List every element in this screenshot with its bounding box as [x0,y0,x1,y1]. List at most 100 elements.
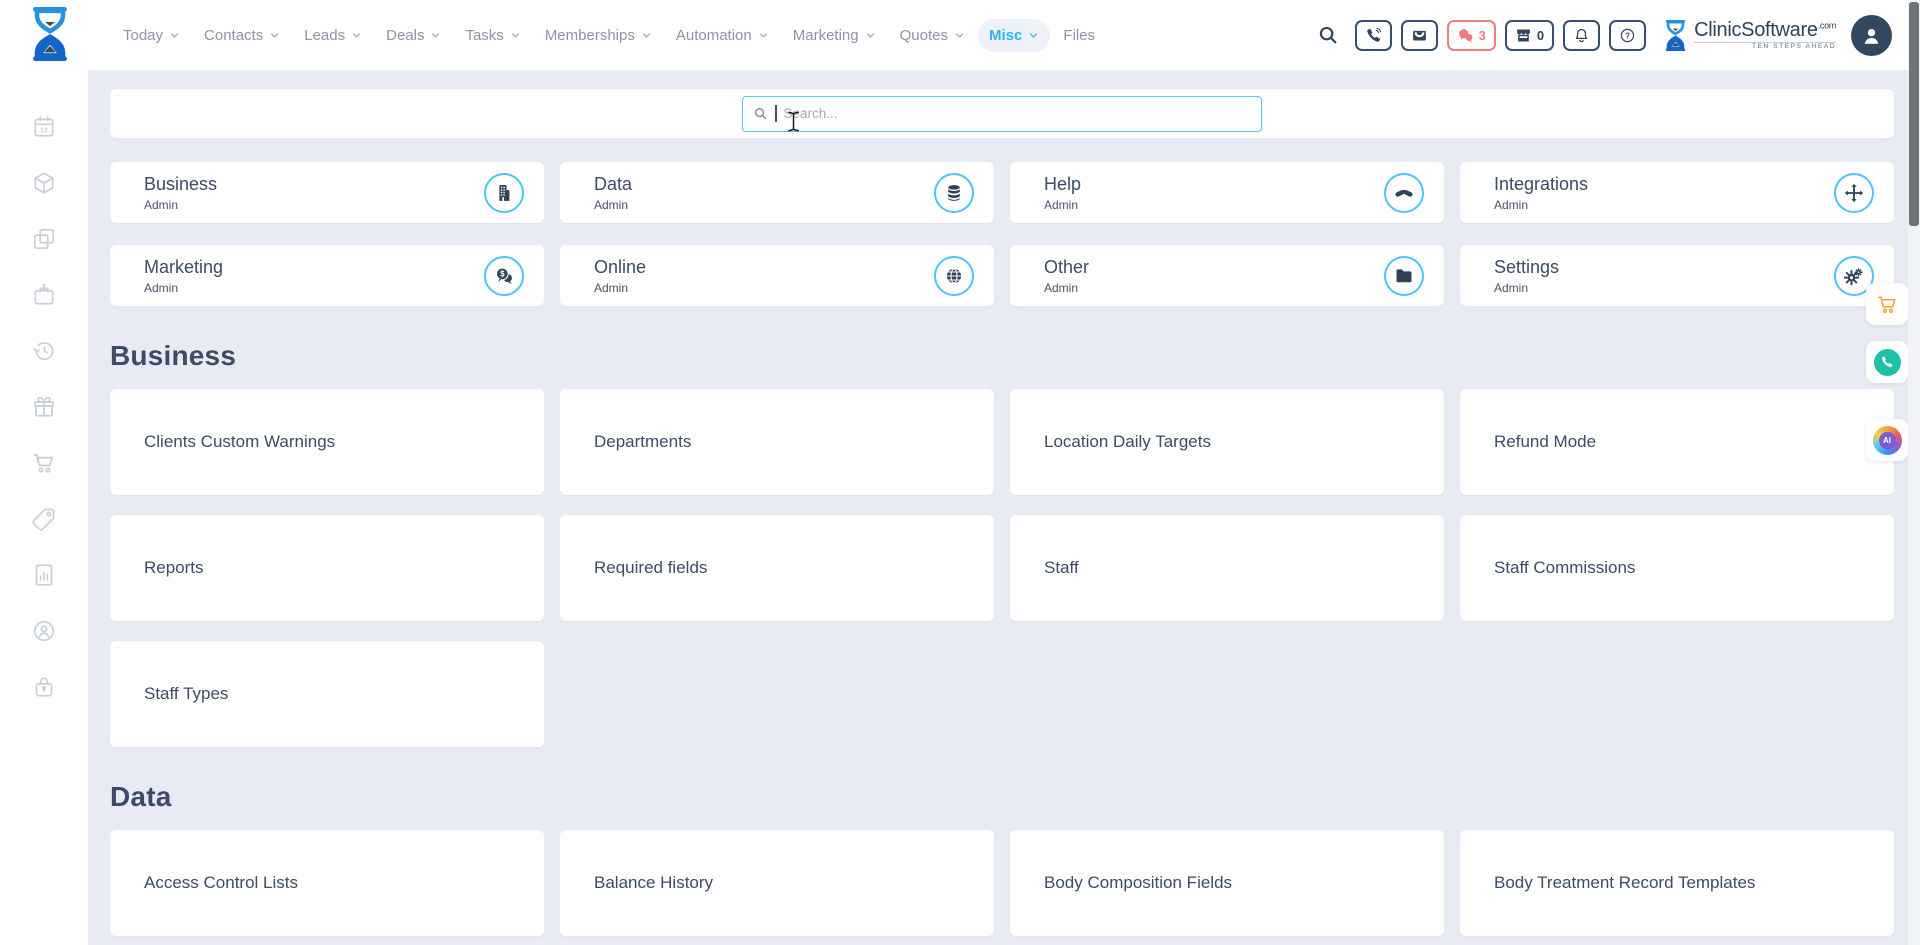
nav-item-label: Tasks [465,27,503,44]
store-button[interactable]: 0 [1505,20,1554,51]
nav-item-marketing[interactable]: Marketing [782,19,887,52]
item-card-refund-mode[interactable]: Refund Mode [1460,389,1894,495]
inbox-button[interactable] [1401,20,1438,51]
hourglass-logo-icon[interactable] [27,7,73,61]
floating-whatsapp-button[interactable] [1866,341,1908,383]
item-card-title: Access Control Lists [144,873,298,893]
brand-tld: .com [1818,20,1836,30]
sidebar-item-gift[interactable] [31,394,57,420]
nav-item-today[interactable]: Today [112,19,191,52]
category-card-other[interactable]: Other Admin [1010,245,1444,306]
sidebar-item-calendar[interactable] [31,114,57,140]
item-card-required-fields[interactable]: Required fields [560,515,994,621]
nav-item-contacts[interactable]: Contacts [193,19,291,52]
sidebar-item-package[interactable] [31,170,57,196]
category-subtitle: Admin [144,281,223,295]
item-card-body-composition-fields[interactable]: Body Composition Fields [1010,830,1444,936]
moneychat-icon [484,256,524,296]
nav-item-quotes[interactable]: Quotes [889,19,976,52]
chevron-down-icon [269,30,280,41]
item-card-location-daily-targets[interactable]: Location Daily Targets [1010,389,1444,495]
sidebar-item-lock[interactable] [31,674,57,700]
item-card-departments[interactable]: Departments [560,389,994,495]
help-button[interactable] [1609,20,1646,51]
nav-item-label: Today [123,27,163,44]
sidebar-item-copy[interactable] [31,226,57,252]
category-card-data[interactable]: Data Admin [560,162,994,223]
user-avatar[interactable] [1851,15,1892,56]
nav-item-label: Deals [386,27,424,44]
chevron-down-icon [758,30,769,41]
nav-item-deals[interactable]: Deals [375,19,452,52]
ai-label: AI [1879,432,1896,449]
search-placeholder: Search... [784,106,838,121]
category-card-marketing[interactable]: Marketing Admin [110,245,544,306]
nav-item-label: Files [1063,27,1095,44]
category-card-business[interactable]: Business Admin [110,162,544,223]
item-card-title: Balance History [594,873,713,893]
nav-item-memberships[interactable]: Memberships [534,19,663,52]
nav-item-files[interactable]: Files [1052,19,1106,52]
history-icon [31,338,57,364]
section: Business Clients Custom Warnings Departm… [110,340,1894,747]
category-subtitle: Admin [1494,198,1588,212]
clinicsoftware-logo[interactable]: ClinicSoftware.com TEN STEPS AHEAD [1663,20,1836,51]
scrollbar-thumb[interactable] [1909,2,1919,226]
support-person-icon [31,618,57,644]
category-subtitle: Admin [1044,198,1081,212]
item-card-title: Staff Types [144,684,228,704]
sidebar-item-price-tag[interactable] [31,506,57,532]
chat-button[interactable]: 3 [1447,20,1496,51]
search-toolbar: Search... [110,89,1894,138]
gift-icon [31,394,57,420]
copy-icon [31,226,57,252]
category-grid: Business Admin Data Admin Help Admin Int… [110,162,1894,306]
nav-item-misc[interactable]: Misc [978,19,1050,52]
nav-item-label: Contacts [204,27,263,44]
sidebar-item-cart[interactable] [31,450,57,476]
category-card-online[interactable]: Online Admin [560,245,994,306]
search-icon[interactable] [1317,24,1339,46]
item-card-staff[interactable]: Staff [1010,515,1444,621]
sidebar-item-report-chart[interactable] [31,562,57,588]
nav-item-leads[interactable]: Leads [293,19,373,52]
category-subtitle: Admin [1494,281,1559,295]
item-card-title: Reports [144,558,204,578]
category-card-integrations[interactable]: Integrations Admin [1460,162,1894,223]
item-card-body-treatment-record-templates[interactable]: Body Treatment Record Templates [1460,830,1894,936]
item-card-title: Staff [1044,558,1079,578]
item-card-staff-types[interactable]: Staff Types [110,641,544,747]
phone-icon [1365,27,1382,44]
package-icon [31,170,57,196]
notifications-button[interactable] [1563,20,1600,51]
calendar-icon [31,114,57,140]
whatsapp-icon [1874,349,1901,376]
sidebar-item-calendar-import[interactable] [31,282,57,308]
main-nav: Today Contacts Leads Deals Tasks Members… [112,0,1106,70]
item-card-title: Body Composition Fields [1044,873,1232,893]
category-subtitle: Admin [1044,281,1089,295]
report-chart-icon [31,562,57,588]
category-card-help[interactable]: Help Admin [1010,162,1444,223]
lock-icon [31,674,57,700]
phone-button[interactable] [1355,20,1392,51]
cart-icon [1876,293,1899,316]
item-card-staff-commissions[interactable]: Staff Commissions [1460,515,1894,621]
building-icon [484,173,524,213]
item-card-reports[interactable]: Reports [110,515,544,621]
sidebar-item-history[interactable] [31,338,57,364]
floating-ai-assistant-button[interactable]: AI [1866,419,1908,461]
section: Data Access Control Lists Balance Histor… [110,781,1894,936]
item-card-balance-history[interactable]: Balance History [560,830,994,936]
item-card-clients-custom-warnings[interactable]: Clients Custom Warnings [110,389,544,495]
globe-icon [934,256,974,296]
category-card-settings[interactable]: Settings Admin [1460,245,1894,306]
nav-item-tasks[interactable]: Tasks [454,19,531,52]
chevron-down-icon [1028,30,1039,41]
nav-item-automation[interactable]: Automation [665,19,780,52]
floating-cart-button[interactable] [1866,283,1908,325]
search-input[interactable]: Search... [742,96,1262,132]
item-card-access-control-lists[interactable]: Access Control Lists [110,830,544,936]
sidebar-item-support-person[interactable] [31,618,57,644]
hourglass-brand-icon [1663,20,1688,51]
